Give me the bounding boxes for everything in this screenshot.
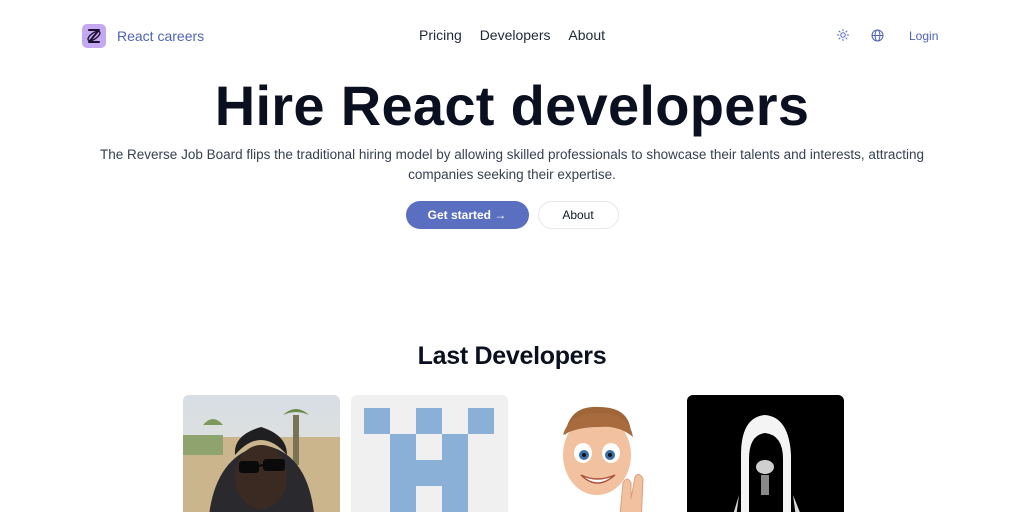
developer-card[interactable] [687,395,844,512]
hero-subtitle: The Reverse Job Board flips the traditio… [100,147,924,182]
site-header: React careers Pricing Developers About L… [0,0,1024,72]
sun-icon[interactable] [836,28,850,42]
get-started-button[interactable]: Get started → [405,201,529,229]
nav-about[interactable]: About [568,27,605,43]
globe-icon[interactable] [870,28,884,42]
nav-pricing[interactable]: Pricing [419,27,462,43]
developer-card[interactable] [351,395,508,512]
nav-developers[interactable]: Developers [480,27,551,43]
developer-avatar [687,395,844,512]
developer-avatar [519,395,676,512]
about-button[interactable]: About [537,201,619,229]
login-link[interactable]: Login [909,29,938,43]
developer-cards [183,395,844,512]
developer-card[interactable] [519,395,676,512]
developer-card[interactable] [183,395,340,512]
hero-cta-row: Get started → About [0,201,1024,229]
section-title: Last Developers [417,342,607,370]
developer-avatar [183,395,340,512]
header-actions [836,28,884,42]
developer-avatar [351,395,508,512]
hero-title: Hire React developers [214,74,810,137]
